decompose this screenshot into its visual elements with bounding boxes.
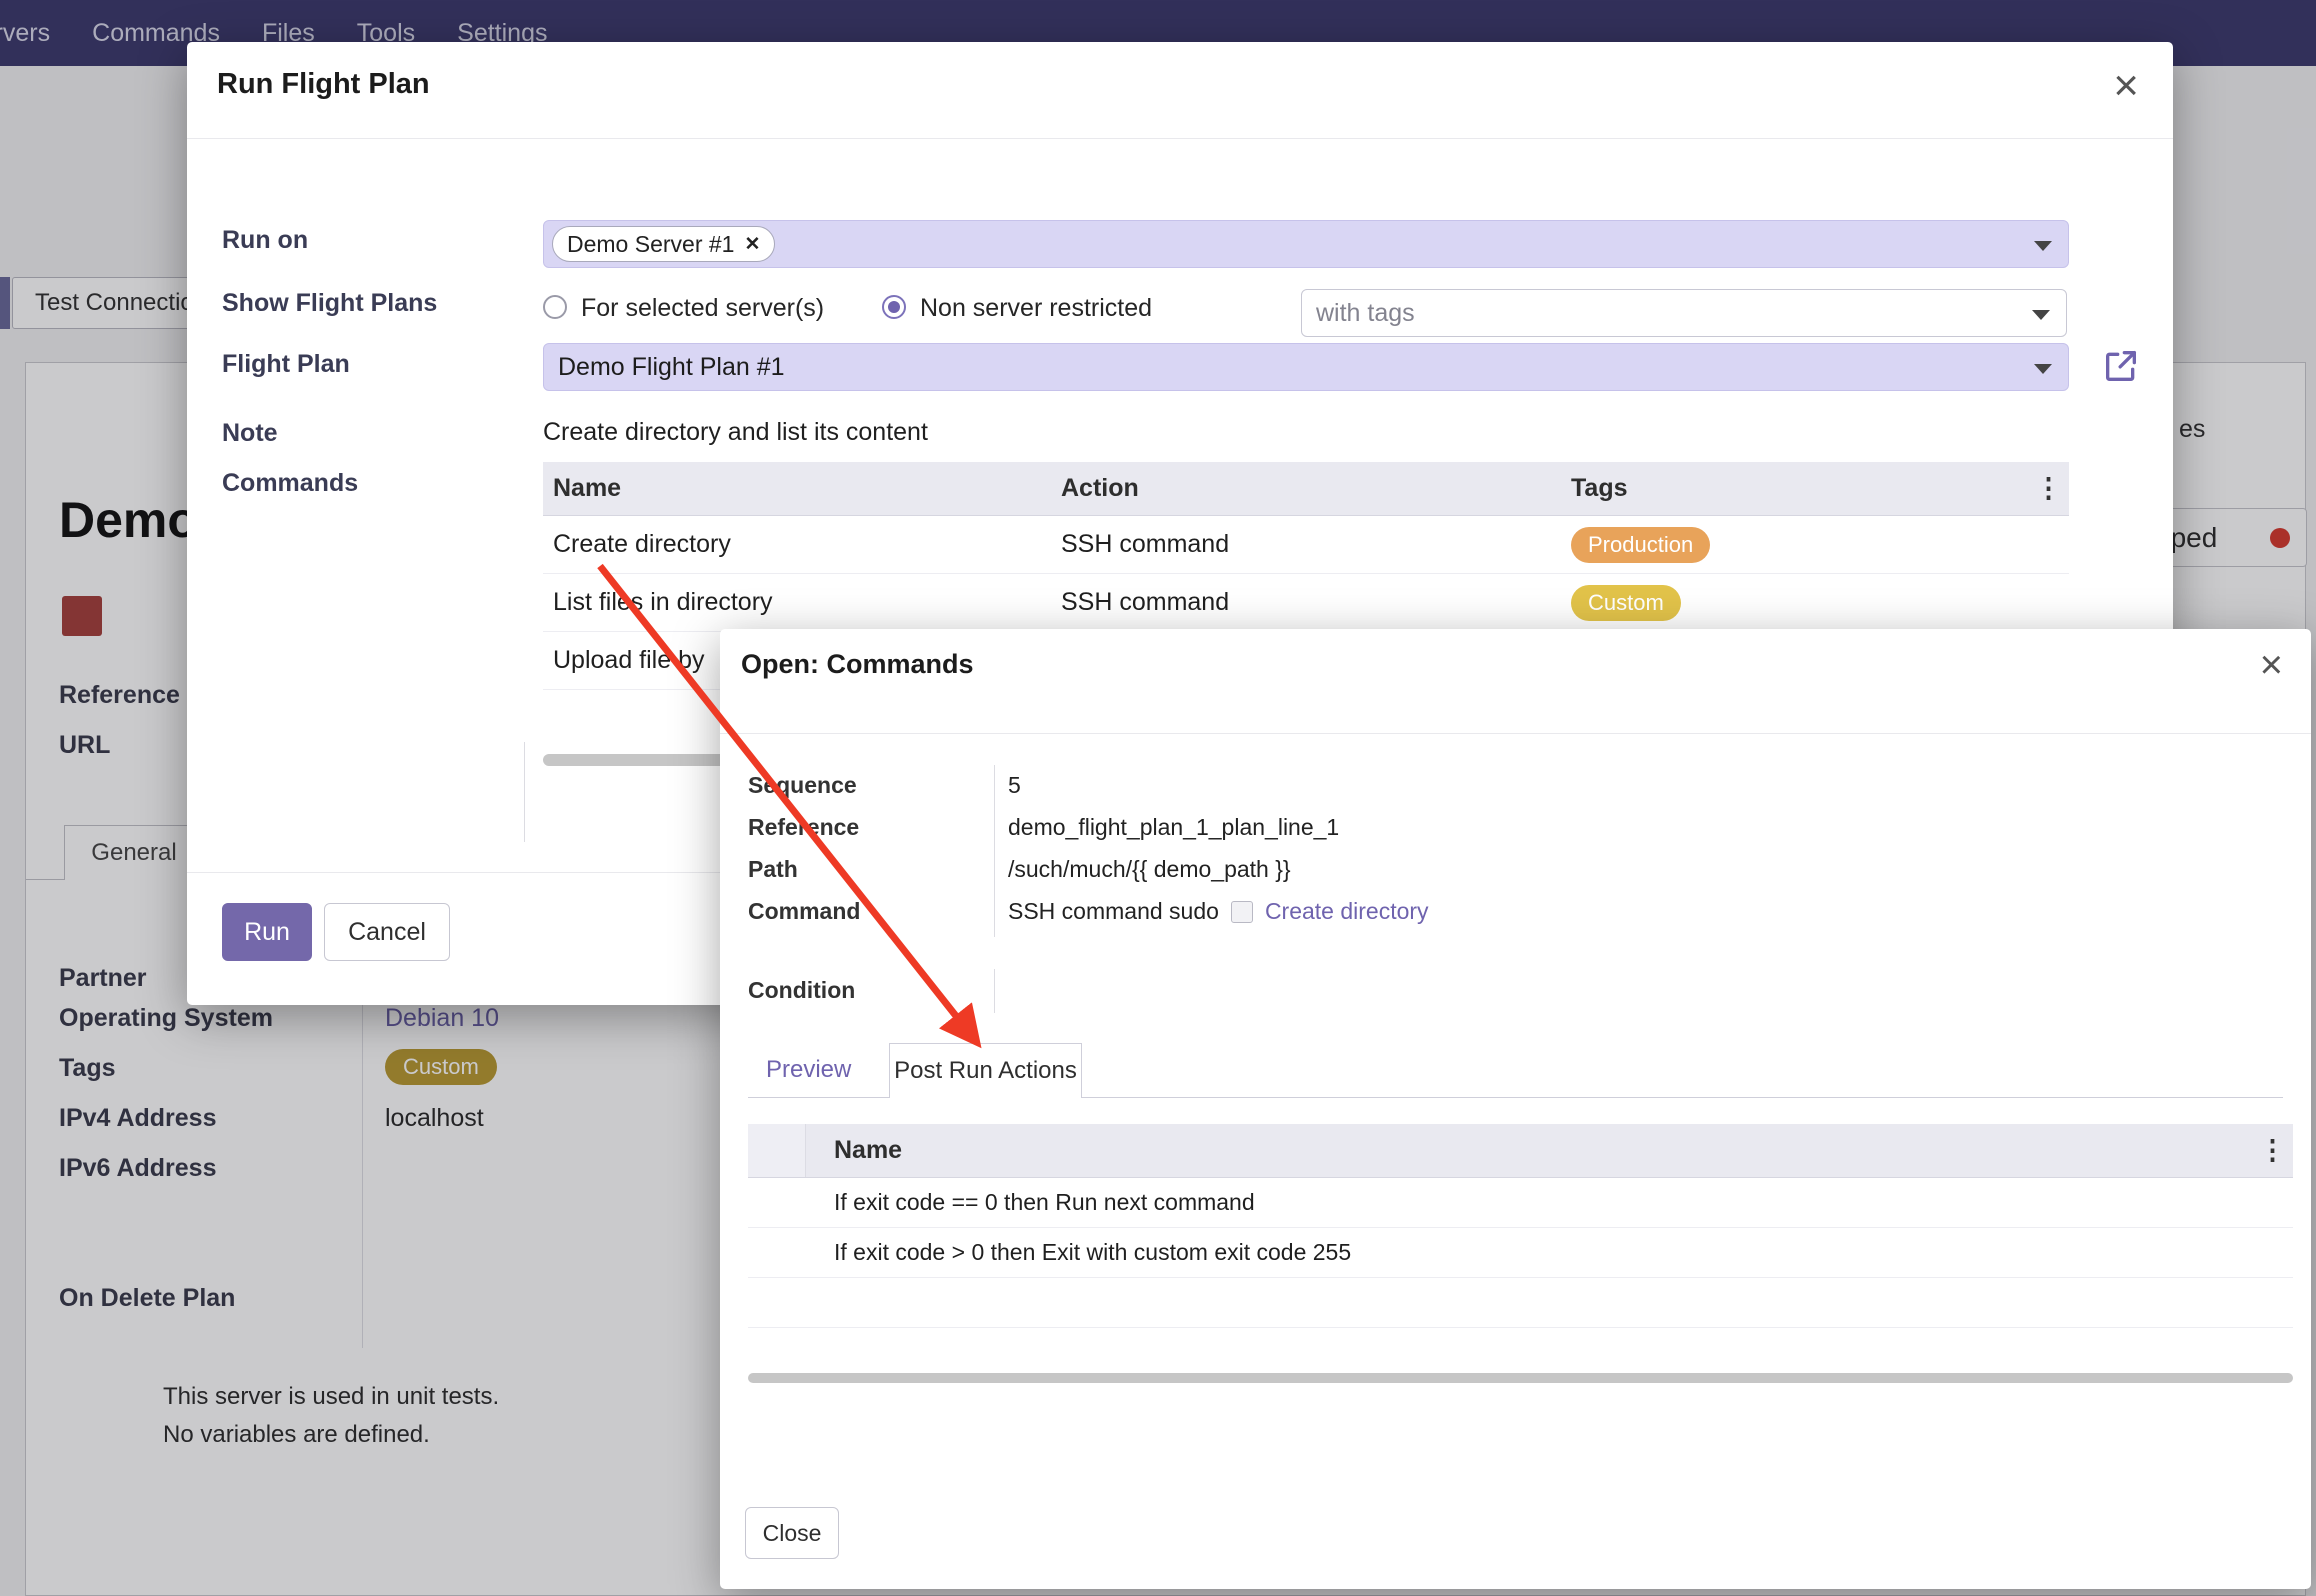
tag-badge-custom: Custom <box>1571 585 1681 621</box>
row-action: SSH command <box>1061 530 1571 559</box>
horizontal-scrollbar[interactable] <box>748 1373 2293 1383</box>
col-name[interactable]: Name <box>543 474 1061 503</box>
run-button[interactable]: Run <box>222 903 312 961</box>
close-icon[interactable]: × <box>2113 64 2139 108</box>
tag-badge-production: Production <box>1571 527 1710 563</box>
note-label: Note <box>222 419 278 448</box>
kebab-icon[interactable]: ⋮ <box>2035 473 2069 504</box>
plan-note-value: Create directory and list its content <box>543 418 928 447</box>
run-on-label: Run on <box>222 226 308 255</box>
table-row-empty <box>748 1278 2293 1328</box>
kebab-icon[interactable]: ⋮ <box>2259 1135 2293 1166</box>
radio-non-server-restricted-label[interactable]: Non server restricted <box>920 294 1152 323</box>
form-divider <box>524 742 525 842</box>
field-divider <box>994 969 995 1013</box>
reference-label: Reference <box>748 814 859 841</box>
reference-value: demo_flight_plan_1_plan_line_1 <box>1008 814 1339 841</box>
command-value: SSH command sudo <box>1008 898 1219 925</box>
condition-label: Condition <box>748 977 855 1004</box>
path-label: Path <box>748 856 798 883</box>
radio-selected-servers-label[interactable]: For selected server(s) <box>581 294 824 323</box>
row-name: If exit code == 0 then Run next command <box>748 1189 2293 1216</box>
chevron-down-icon[interactable] <box>2032 310 2050 320</box>
command-label: Command <box>748 898 860 925</box>
sequence-label: Sequence <box>748 772 857 799</box>
tab-preview[interactable]: Preview <box>766 1043 851 1097</box>
close-icon[interactable]: × <box>2260 645 2283 685</box>
chip-remove-icon[interactable]: ✕ <box>744 233 760 256</box>
screen: Servers Commands Files Tools Settings Te… <box>0 0 2316 1596</box>
server-chip-label: Demo Server #1 <box>567 231 734 258</box>
flight-plan-value: Demo Flight Plan #1 <box>558 353 785 382</box>
col-name[interactable]: Name <box>806 1136 2259 1165</box>
flight-plan-select[interactable]: Demo Flight Plan #1 <box>543 343 2069 391</box>
show-flight-plans-label: Show Flight Plans <box>222 289 437 318</box>
create-directory-link[interactable]: Create directory <box>1265 898 1429 925</box>
header-divider <box>720 733 2311 734</box>
row-name: Create directory <box>543 530 1061 559</box>
sequence-value: 5 <box>1008 772 1021 799</box>
command-checkbox[interactable] <box>1231 901 1253 923</box>
row-name: List files in directory <box>543 588 1061 617</box>
post-run-actions-table: Name ⋮ If exit code == 0 then Run next c… <box>748 1124 2293 1328</box>
with-tags-placeholder: with tags <box>1316 299 1415 328</box>
with-tags-select[interactable]: with tags <box>1301 289 2067 337</box>
run-modal-title: Run Flight Plan <box>217 68 430 101</box>
table-row[interactable]: If exit code == 0 then Run next command <box>748 1178 2293 1228</box>
open-commands-modal: Open: Commands × Sequence 5 Reference de… <box>720 629 2311 1589</box>
chevron-down-icon[interactable] <box>2034 364 2052 374</box>
close-button[interactable]: Close <box>745 1507 839 1559</box>
table-row[interactable]: List files in directory SSH command Cust… <box>543 574 2069 632</box>
chevron-down-icon[interactable] <box>2034 241 2052 251</box>
header-divider <box>187 138 2173 139</box>
server-chip[interactable]: Demo Server #1 ✕ <box>552 226 775 262</box>
select-column <box>748 1124 806 1177</box>
cancel-button[interactable]: Cancel <box>324 903 450 961</box>
post-run-table-header: Name ⋮ <box>748 1124 2293 1178</box>
radio-selected-servers[interactable] <box>543 295 567 319</box>
table-row[interactable]: Create directory SSH command Production <box>543 516 2069 574</box>
col-action[interactable]: Action <box>1061 474 1571 503</box>
run-on-servers-input[interactable]: Demo Server #1 ✕ <box>543 220 2069 268</box>
command-value-row: SSH command sudo Create directory <box>1008 898 1429 925</box>
field-divider <box>994 765 995 937</box>
table-row[interactable]: If exit code > 0 then Exit with custom e… <box>748 1228 2293 1278</box>
row-action: SSH command <box>1061 588 1571 617</box>
external-link-icon[interactable] <box>2101 346 2141 386</box>
flight-plan-label: Flight Plan <box>222 350 350 379</box>
tab-post-run-actions[interactable]: Post Run Actions <box>889 1043 1082 1098</box>
commands-label: Commands <box>222 469 358 498</box>
path-value: /such/much/{{ demo_path }} <box>1008 856 1291 883</box>
row-name: If exit code > 0 then Exit with custom e… <box>748 1239 2293 1266</box>
col-tags[interactable]: Tags <box>1571 474 2035 503</box>
commands-modal-title: Open: Commands <box>741 649 974 680</box>
commands-table-header: Name Action Tags ⋮ <box>543 462 2069 516</box>
radio-non-server-restricted[interactable] <box>882 295 906 319</box>
